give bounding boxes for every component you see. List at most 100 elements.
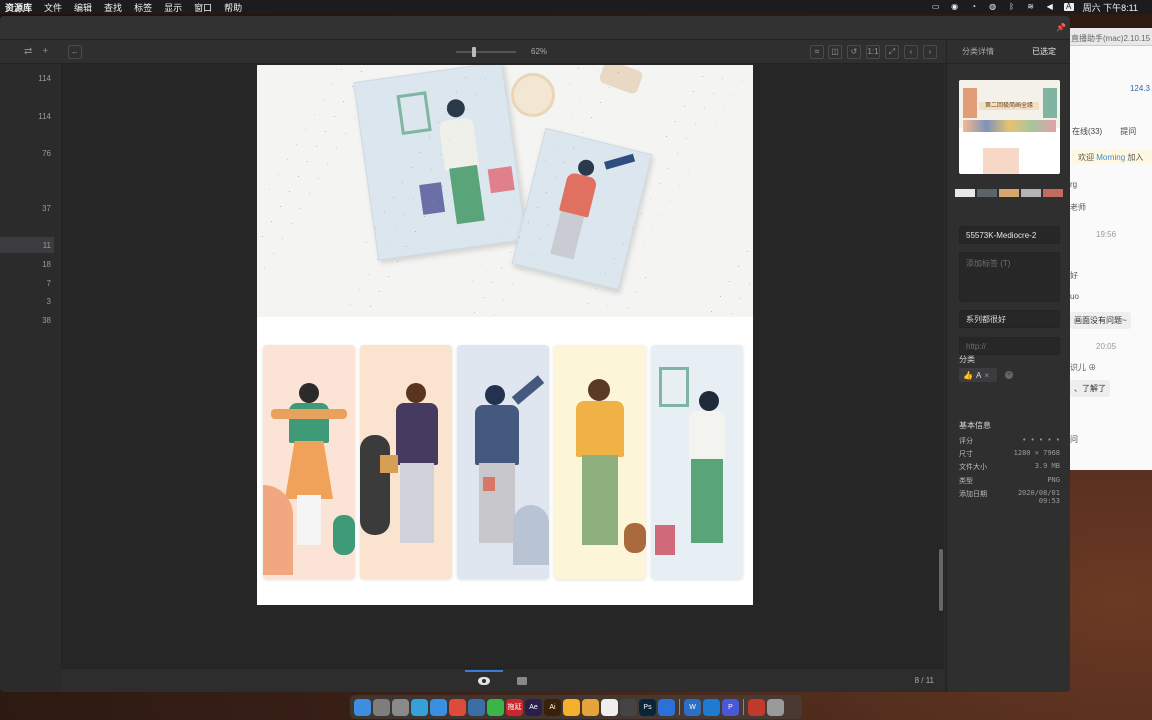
color-swatch[interactable] [955, 189, 975, 197]
preview-image[interactable] [257, 65, 753, 605]
vertical-scrollbar[interactable] [939, 549, 943, 611]
add-category-icon[interactable]: + [1005, 371, 1013, 379]
safari-icon[interactable] [430, 698, 447, 716]
pocket-icon[interactable]: P [722, 698, 739, 716]
pin-icon[interactable]: 📌 [1056, 23, 1066, 32]
sync-icon[interactable]: ◔ [969, 3, 979, 11]
menu-view[interactable]: 显示 [164, 1, 182, 14]
input-method-indicator[interactable]: A [1063, 3, 1074, 11]
folder-count[interactable]: 7 [47, 279, 51, 288]
record-icon[interactable]: ◍ [988, 3, 998, 11]
chat-line: uo [1070, 292, 1079, 301]
sketch-icon[interactable] [563, 698, 580, 716]
texture-speck [415, 231, 416, 232]
add-icon[interactable]: + [42, 46, 48, 57]
volume-icon[interactable]: ◀ [1045, 3, 1055, 11]
actual-size-button[interactable]: 1:1 [866, 45, 880, 59]
ball-icon[interactable] [601, 698, 618, 716]
search-app-icon[interactable] [468, 698, 485, 716]
rating-stars[interactable]: • • • • • [1022, 436, 1060, 446]
prev-button[interactable]: ‹ [904, 45, 918, 59]
folder-count[interactable]: 11 [43, 241, 51, 250]
image-thumbnail[interactable]: 第二回极简画全缘 [959, 80, 1060, 174]
tab-category-details[interactable]: 分类详情 [962, 46, 994, 57]
menu-app-name[interactable]: 资源库 [5, 1, 32, 14]
telegram-icon[interactable] [411, 698, 428, 716]
menu-tags[interactable]: 标签 [134, 1, 152, 14]
wifi-icon[interactable]: ≋ [1026, 3, 1036, 11]
folder-count[interactable]: 38 [42, 316, 51, 325]
zoom-slider[interactable] [456, 51, 516, 53]
after-effects-icon[interactable]: Ae [525, 698, 542, 716]
wechat-icon[interactable] [487, 698, 504, 716]
menu-file[interactable]: 文件 [44, 1, 62, 14]
texture-speck [366, 242, 367, 243]
chatgpt-icon[interactable] [620, 698, 637, 716]
back-button[interactable]: ← [68, 45, 82, 59]
texture-speck [749, 283, 750, 284]
color-swatch[interactable] [977, 189, 997, 197]
crop-button[interactable]: ⌗ [810, 45, 824, 59]
illustrator-icon[interactable]: Ai [544, 698, 561, 716]
keynote-icon[interactable] [703, 698, 720, 716]
chrome-icon[interactable] [449, 698, 466, 716]
chat-line: 老师 [1070, 203, 1086, 212]
bluetooth-icon[interactable]: ᛒ [1007, 3, 1017, 11]
menu-edit[interactable]: 编辑 [74, 1, 92, 14]
menu-help[interactable]: 帮助 [224, 1, 242, 14]
texture-speck [305, 129, 306, 130]
eye-icon[interactable] [478, 677, 490, 685]
color-swatch[interactable] [1043, 189, 1063, 197]
red-app-icon[interactable]: 拖延 [506, 698, 523, 716]
color-swatch[interactable] [1021, 189, 1041, 197]
screen-icon[interactable]: ▭ [931, 3, 941, 11]
texture-speck [334, 116, 335, 117]
finder-icon[interactable] [354, 698, 371, 716]
folder-count[interactable]: 3 [47, 297, 51, 306]
folder-count[interactable]: 37 [42, 204, 51, 213]
launchpad-icon[interactable] [373, 698, 390, 716]
zoom-slider-knob[interactable] [472, 47, 476, 57]
folder-count[interactable]: 114 [38, 74, 51, 83]
folder-count[interactable]: 76 [42, 149, 51, 158]
note-field[interactable]: 系列都很好 [959, 310, 1060, 328]
photoshop-icon[interactable]: Ps [639, 698, 656, 716]
mac-menubar: 资源库 文件 编辑 查找 标签 显示 窗口 帮助 ▭ ◉ ◔ ◍ ᛒ ≋ ◀ A… [0, 0, 1152, 14]
split-button[interactable]: ◫ [828, 45, 842, 59]
word-icon[interactable]: W [684, 698, 701, 716]
texture-speck [587, 303, 588, 304]
app-status-icon[interactable]: ◉ [950, 3, 960, 11]
image-viewer-canvas[interactable] [62, 64, 944, 668]
trash-icon[interactable] [767, 698, 784, 716]
preferences-icon[interactable] [392, 698, 409, 716]
downloads-icon[interactable] [748, 698, 765, 716]
swap-icon[interactable]: ⇄ [24, 46, 32, 57]
menu-window[interactable]: 窗口 [194, 1, 212, 14]
texture-speck [411, 167, 412, 168]
category-chip[interactable]: 👍 A × [959, 368, 997, 382]
folder-count[interactable]: 114 [38, 112, 51, 121]
rotate-button[interactable]: ↺ [847, 45, 861, 59]
tab-online[interactable]: 在线(33) [1072, 126, 1102, 137]
fit-button[interactable]: ⤢ [885, 45, 899, 59]
tab-question[interactable]: 提问 [1120, 126, 1136, 137]
browser-icon[interactable] [658, 698, 675, 716]
menubar-clock[interactable]: 周六 下午8:11 [1083, 1, 1138, 14]
color-swatch[interactable] [999, 189, 1019, 197]
tags-input[interactable]: 添加标签 (T) [959, 252, 1060, 302]
image-top-scene [257, 65, 753, 317]
tab-selected[interactable]: 已选定 [1032, 46, 1056, 57]
next-button[interactable]: › [923, 45, 937, 59]
texture-speck [483, 297, 484, 298]
chat-time: 19:56 [1096, 230, 1117, 239]
texture-speck [670, 200, 671, 201]
close-icon[interactable]: × [984, 371, 989, 380]
comment-icon[interactable] [517, 677, 527, 685]
url-field[interactable]: http:// [959, 337, 1060, 355]
texture-speck [645, 277, 646, 278]
folder-count[interactable]: 18 [42, 260, 51, 269]
filename-field[interactable]: 55573K-Mediocre-2 [959, 226, 1060, 244]
texture-speck [402, 182, 403, 183]
menu-find[interactable]: 查找 [104, 1, 122, 14]
cloud-icon[interactable] [582, 698, 599, 716]
